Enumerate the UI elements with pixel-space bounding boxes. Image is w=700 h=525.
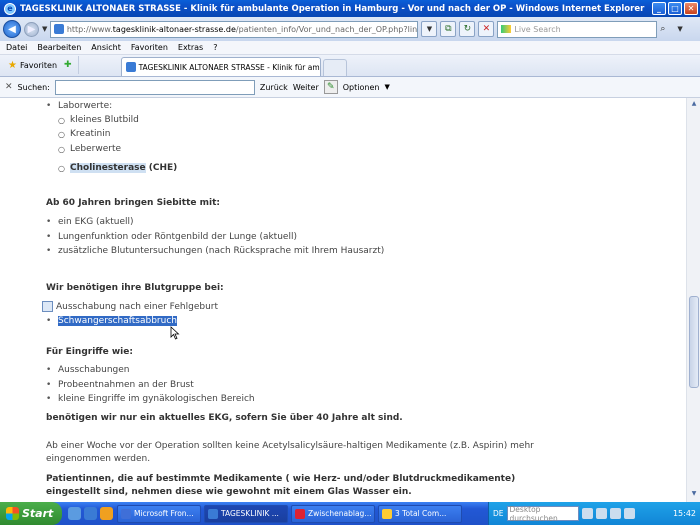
task-tagesklinik[interactable]: TAGESKLINIK ... <box>204 504 288 523</box>
refresh-icon[interactable]: ↻ <box>459 21 476 37</box>
list-item: Probeentnahmen an der Brust <box>46 380 194 390</box>
paragraph-line: eingestellt sind, nehmen diese wie gewoh… <box>46 487 412 497</box>
desktop-icon[interactable] <box>68 507 81 520</box>
scroll-thumb[interactable] <box>689 296 699 388</box>
mouse-cursor-icon <box>170 326 180 340</box>
find-label: Suchen: <box>17 82 50 92</box>
paragraph-line: Patientinnen, die auf bestimmte Medikame… <box>46 474 516 484</box>
stop-icon[interactable]: ✕ <box>478 21 495 37</box>
list-item: Cholinesterase (CHE) <box>58 163 177 173</box>
taskbar: Start Microsoft Fron... TAGESKLINIK ... … <box>0 502 700 525</box>
paragraph-line: Ab einer Woche vor der Operation sollten… <box>46 441 534 451</box>
close-button[interactable]: ✕ <box>684 2 698 15</box>
page-content: Laborwerte: kleines Blutbild Kreatinin L… <box>0 98 686 502</box>
history-dropdown-icon[interactable]: ▼ <box>42 25 47 33</box>
page-icon <box>125 62 136 72</box>
address-input[interactable]: http://www.tagesklinik-altonaer-strasse.… <box>50 20 419 38</box>
back-button[interactable]: ◀ <box>3 20 21 38</box>
list-item: Laborwerte: <box>46 101 112 111</box>
chevron-down-icon[interactable]: ▼ <box>384 83 389 91</box>
menu-bearbeiten[interactable]: Bearbeiten <box>37 43 81 52</box>
windows-logo-icon <box>6 507 19 520</box>
scroll-down-icon[interactable]: ▼ <box>689 490 699 500</box>
section-heading: Ab 60 Jahren bringen Siebitte mit: <box>46 198 220 208</box>
ie-icon <box>208 508 218 519</box>
live-search-icon <box>501 25 512 33</box>
list-item: Schwangerschaftsabbruch <box>46 316 177 326</box>
task-clipboard[interactable]: Zwischenablag... <box>291 504 375 523</box>
live-search-input[interactable]: Live Search <box>497 20 658 38</box>
task-total-commander[interactable]: 3 Total Com... <box>378 504 462 523</box>
ekg-note: benötigen wir nur ein aktuelles EKG, sof… <box>46 413 403 423</box>
search-options-icon[interactable]: ▼ <box>677 25 682 33</box>
quick-launch <box>68 507 113 520</box>
ie-icon[interactable] <box>84 507 97 520</box>
menu-bar: Datei Bearbeiten Ansicht Favoriten Extra… <box>0 41 700 55</box>
forward-button[interactable]: ▶ <box>24 21 39 37</box>
menu-ansicht[interactable]: Ansicht <box>91 43 121 52</box>
list-item: Ausschabungen <box>46 365 130 375</box>
tray-icon[interactable] <box>595 508 607 519</box>
address-row: ◀ ▶ ▼ http://www.tagesklinik-altonaer-st… <box>0 17 700 41</box>
start-button[interactable]: Start <box>0 502 62 525</box>
find-options-button[interactable]: Optionen <box>343 83 380 92</box>
list-item: Lungenfunktion oder Röntgenbild der Lung… <box>46 232 297 242</box>
maximize-button[interactable]: □ <box>668 2 682 15</box>
find-bar: ✕ Suchen: Zurück Weiter ✎ Optionen ▼ <box>0 77 700 98</box>
paragraph-line: eingenommen werden. <box>46 454 151 464</box>
vertical-scrollbar[interactable]: ▲ ▼ <box>686 98 700 502</box>
selection-marker-icon <box>42 301 53 312</box>
new-tab-button[interactable] <box>322 59 347 76</box>
menu-favoriten[interactable]: Favoriten <box>131 43 168 52</box>
selected-text: Schwangerschaftsabbruch <box>58 316 177 326</box>
clock: 15:42 <box>672 509 696 518</box>
search-icon[interactable] <box>581 508 593 519</box>
total-commander-icon <box>382 508 392 519</box>
list-item: kleines Blutbild <box>58 115 139 125</box>
favorites-bar: ★ Favoriten ✚ TAGESKLINIK ALTONAER STRAS… <box>0 55 700 77</box>
system-tray: DE Desktop durchsuchen 15:42 <box>488 502 700 525</box>
list-item: Kreatinin <box>58 129 111 139</box>
task-frontpage[interactable]: Microsoft Fron... <box>117 504 201 523</box>
messenger-icon[interactable] <box>100 507 113 520</box>
list-item: ein EKG (aktuell) <box>46 217 133 227</box>
find-back-button[interactable]: Zurück <box>260 83 288 92</box>
favorites-button[interactable]: ★ Favoriten ✚ <box>2 56 79 74</box>
list-item: kleine Eingriffe im gynäkologischen Bere… <box>46 394 255 404</box>
tray-icon[interactable] <box>609 508 621 519</box>
list-item: zusätzliche Blutuntersuchungen (nach Rüc… <box>46 246 384 256</box>
menu-help[interactable]: ? <box>213 43 217 52</box>
highlighted-term: Cholinesterase <box>70 163 146 173</box>
menu-extras[interactable]: Extras <box>178 43 203 52</box>
address-url: http://www.tagesklinik-altonaer-strasse.… <box>66 24 418 34</box>
clipboard-icon <box>295 508 305 519</box>
add-favorite-icon[interactable]: ✚ <box>64 60 72 70</box>
minimize-button[interactable]: _ <box>652 2 666 15</box>
find-next-button[interactable]: Weiter <box>293 83 319 92</box>
section-heading: Wir benötigen ihre Blutgruppe bei: <box>46 283 224 293</box>
frontpage-icon <box>121 508 131 519</box>
compatibility-icon[interactable]: ⧉ <box>440 21 457 37</box>
close-find-icon[interactable]: ✕ <box>5 82 13 92</box>
ie-app-icon: e <box>4 2 16 15</box>
section-heading: Für Eingriffe wie: <box>46 347 133 357</box>
pencil-icon: ✎ <box>323 80 338 94</box>
language-indicator[interactable]: DE <box>493 509 504 518</box>
desktop-search-input[interactable]: Desktop durchsuchen <box>506 505 579 523</box>
volume-icon[interactable] <box>623 508 635 519</box>
menu-datei[interactable]: Datei <box>6 43 27 52</box>
list-item: Leberwerte <box>58 144 121 154</box>
address-dropdown-icon[interactable]: ▼ <box>421 21 438 37</box>
scroll-up-icon[interactable]: ▲ <box>689 100 699 110</box>
tab-tagesklinik[interactable]: TAGESKLINIK ALTONAER STRASSE - Klinik fü… <box>120 57 321 76</box>
page-icon <box>54 24 64 34</box>
window-titlebar: e TAGESKLINIK ALTONAER STRASSE - Klinik … <box>0 0 700 17</box>
find-input[interactable] <box>54 79 255 95</box>
star-icon: ★ <box>8 59 17 71</box>
list-item: Ausschabung nach einer Fehlgeburt <box>42 301 218 312</box>
window-title: TAGESKLINIK ALTONAER STRASSE - Klinik fü… <box>20 3 645 14</box>
search-go-icon[interactable]: ⌕ <box>660 24 674 34</box>
